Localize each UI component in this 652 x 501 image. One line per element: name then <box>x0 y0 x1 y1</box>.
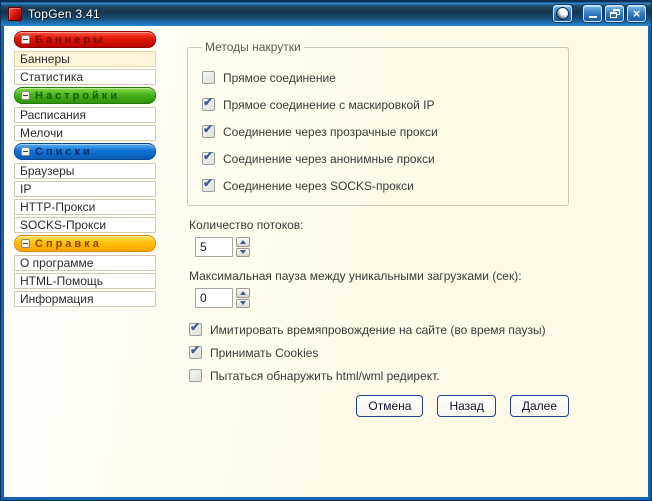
sidebar-item-label: Расписания <box>20 108 86 122</box>
restore-icon <box>609 9 620 18</box>
checkbox-label: Соединение через SOCKS-прокси <box>223 178 414 193</box>
max-pause-label: Максимальная пауза между уникальными заг… <box>189 269 522 283</box>
checkbox-label: Имитировать времяпровождение на сайте (в… <box>210 322 546 337</box>
sidebar-item-about[interactable]: О программе <box>14 255 156 271</box>
spinner-up-button[interactable] <box>236 288 250 298</box>
globe-button[interactable] <box>553 5 572 22</box>
sidebar-item-schedules[interactable]: Расписания <box>14 107 156 123</box>
collapse-icon[interactable] <box>21 35 30 44</box>
spinner-down-icon <box>240 250 246 255</box>
spinner-up-button[interactable] <box>236 237 250 247</box>
collapse-icon[interactable] <box>21 147 30 156</box>
sidebar-group-banners[interactable]: Баннеры <box>14 31 156 48</box>
sidebar-item-label: SOCKS-Прокси <box>20 218 107 232</box>
sidebar-group-settings[interactable]: Настройки <box>14 87 156 104</box>
sidebar-group-lists[interactable]: Списки <box>14 143 156 160</box>
sidebar-group-label: Справка <box>35 237 102 250</box>
main-panel: Методы накрутки Прямое соединение Прямое… <box>187 31 571 497</box>
checkbox-checked-icon[interactable] <box>189 343 202 359</box>
checkbox-checked-icon[interactable] <box>202 176 215 192</box>
checkbox-row-accept-cookies[interactable]: Принимать Cookies <box>189 343 571 360</box>
wizard-button-row: Отмена Назад Далее <box>187 395 569 417</box>
sidebar-item-label: HTML-Помощь <box>20 274 104 288</box>
collapse-icon[interactable] <box>21 239 30 248</box>
checkbox-label: Прямое соединение с маскировкой IP <box>223 97 435 112</box>
restore-button[interactable] <box>605 5 624 22</box>
checkbox-row-transparent-proxy[interactable]: Соединение через прозрачные прокси <box>202 122 568 139</box>
checkbox-row-imitate-time[interactable]: Имитировать времяпровождение на сайте (в… <box>189 320 571 337</box>
sidebar-group-label: Настройки <box>35 89 121 102</box>
spinner-up-icon <box>240 290 246 295</box>
checkbox-label: Пытаться обнаружить html/wml редирект. <box>210 368 440 383</box>
spinner-down-icon <box>240 301 246 306</box>
app-icon <box>8 6 22 21</box>
next-button[interactable]: Далее <box>509 395 569 417</box>
options-list: Имитировать времяпровождение на сайте (в… <box>187 320 571 383</box>
close-icon: × <box>632 5 641 21</box>
window-title: TopGen 3.41 <box>28 6 101 21</box>
checkbox-unchecked-icon[interactable] <box>202 71 215 84</box>
sidebar-item-http-proxy[interactable]: HTTP-Прокси <box>14 199 156 215</box>
sidebar-item-misc[interactable]: Мелочи <box>14 125 156 141</box>
threads-input[interactable] <box>195 237 233 257</box>
spinner-up-icon <box>240 239 246 244</box>
sidebar-item-label: HTTP-Прокси <box>20 200 96 214</box>
checkbox-row-direct-masked-ip[interactable]: Прямое соединение с маскировкой IP <box>202 95 568 112</box>
sidebar-item-label: Статистика <box>20 70 84 84</box>
sidebar: Баннеры Баннеры Статистика Настройки Рас… <box>14 31 156 497</box>
sidebar-item-label: IP <box>20 182 32 196</box>
checkbox-checked-icon[interactable] <box>202 149 215 165</box>
max-pause-input[interactable] <box>195 288 233 308</box>
sidebar-item-label: Информация <box>20 292 94 306</box>
sidebar-item-label: Мелочи <box>20 126 63 140</box>
methods-groupbox: Методы накрутки Прямое соединение Прямое… <box>187 40 569 206</box>
max-pause-spinner <box>195 288 571 308</box>
sidebar-item-banners[interactable]: Баннеры <box>14 51 156 67</box>
checkbox-row-detect-redirect[interactable]: Пытаться обнаружить html/wml редирект. <box>189 368 571 383</box>
sidebar-item-browsers[interactable]: Браузеры <box>14 163 156 179</box>
threads-spinner <box>195 237 571 257</box>
checkbox-label: Соединение через анонимные прокси <box>223 151 435 166</box>
title-bar[interactable]: TopGen 3.41 × <box>1 1 651 26</box>
sidebar-item-ip[interactable]: IP <box>14 181 156 197</box>
sidebar-item-statistics[interactable]: Статистика <box>14 69 156 85</box>
sidebar-item-socks-proxy[interactable]: SOCKS-Прокси <box>14 217 156 233</box>
checkbox-checked-icon[interactable] <box>202 95 215 111</box>
checkbox-row-direct[interactable]: Прямое соединение <box>202 70 568 85</box>
app-window: TopGen 3.41 × Баннеры Баннеры Статистика… <box>0 0 652 501</box>
checkbox-checked-icon[interactable] <box>189 320 202 336</box>
threads-label: Количество потоков: <box>189 218 304 232</box>
checkbox-label: Принимать Cookies <box>210 345 319 360</box>
cancel-button[interactable]: Отмена <box>356 395 424 417</box>
sidebar-item-html-help[interactable]: HTML-Помощь <box>14 273 156 289</box>
sidebar-group-label: Списки <box>35 145 93 158</box>
sidebar-item-label: Баннеры <box>20 52 70 66</box>
close-button[interactable]: × <box>627 5 646 22</box>
sidebar-item-label: Браузеры <box>20 164 75 178</box>
max-pause-spin-buttons <box>236 288 250 308</box>
sidebar-item-info[interactable]: Информация <box>14 291 156 307</box>
back-button[interactable]: Назад <box>437 395 496 417</box>
sidebar-group-label: Баннеры <box>35 33 106 46</box>
content-area: Баннеры Баннеры Статистика Настройки Рас… <box>4 26 648 497</box>
checkbox-row-anonymous-proxy[interactable]: Соединение через анонимные прокси <box>202 149 568 166</box>
sidebar-item-label: О программе <box>20 256 94 270</box>
checkbox-unchecked-icon[interactable] <box>189 369 202 382</box>
spinner-down-button[interactable] <box>236 247 250 257</box>
methods-groupbox-title: Методы накрутки <box>205 40 301 54</box>
minimize-button[interactable] <box>583 5 602 22</box>
threads-spin-buttons <box>236 237 250 257</box>
collapse-icon[interactable] <box>21 91 30 100</box>
minimize-icon <box>588 16 597 18</box>
checkbox-row-socks-proxy[interactable]: Соединение через SOCKS-прокси <box>202 176 568 193</box>
checkbox-checked-icon[interactable] <box>202 122 215 138</box>
sidebar-group-help[interactable]: Справка <box>14 235 156 252</box>
checkbox-label: Соединение через прозрачные прокси <box>223 124 438 139</box>
checkbox-label: Прямое соединение <box>223 70 336 85</box>
globe-icon <box>556 7 569 20</box>
spinner-down-button[interactable] <box>236 298 250 308</box>
